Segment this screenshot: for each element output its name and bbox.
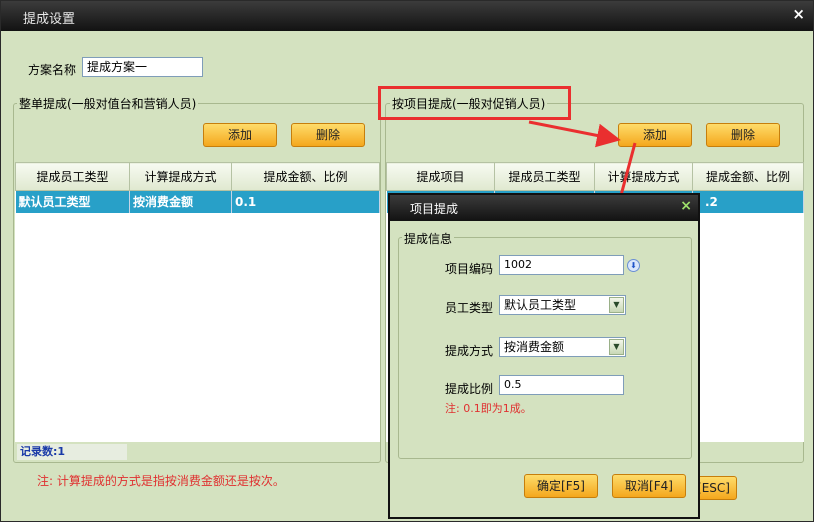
dialog-title: 项目提成 — [410, 202, 459, 216]
lookup-icon[interactable]: ⬇ — [627, 259, 640, 272]
dialog-title-bar: 项目提成 × — [390, 195, 698, 221]
chevron-down-icon[interactable]: ▼ — [609, 297, 624, 313]
ratio-note: 注: 0.1即为1成。 — [445, 402, 532, 415]
item-code-input[interactable]: 1002 — [499, 255, 624, 275]
arrow-to-add — [528, 120, 621, 148]
commission-settings-window: 提成设置 × 方案名称 提成方案一 整单提成(一般对值台和营销人员) 添加 删除… — [0, 0, 814, 522]
commission-method-value: 按消费金额 — [504, 340, 565, 354]
dialog-close-icon[interactable]: × — [680, 198, 692, 214]
item-commission-dialog: 项目提成 × 提成信息 项目编码 1002 ⬇ 员工类型 默认员工类型 ▼ 提成… — [388, 193, 700, 519]
item-code-label: 项目编码 — [445, 262, 494, 276]
commission-ratio-label: 提成比例 — [445, 382, 494, 396]
chevron-down-icon[interactable]: ▼ — [609, 339, 624, 355]
employee-type-value: 默认员工类型 — [504, 298, 577, 312]
commission-method-select[interactable]: 按消费金额 ▼ — [499, 337, 626, 357]
confirm-button[interactable]: 确定[F5] — [524, 474, 598, 498]
cancel-button[interactable]: 取消[F4] — [612, 474, 686, 498]
commission-method-label: 提成方式 — [445, 344, 494, 358]
commission-info-legend: 提成信息 — [402, 230, 455, 247]
commission-ratio-input[interactable]: 0.5 — [499, 375, 624, 395]
employee-type-label: 员工类型 — [445, 301, 494, 315]
employee-type-select[interactable]: 默认员工类型 ▼ — [499, 295, 626, 315]
